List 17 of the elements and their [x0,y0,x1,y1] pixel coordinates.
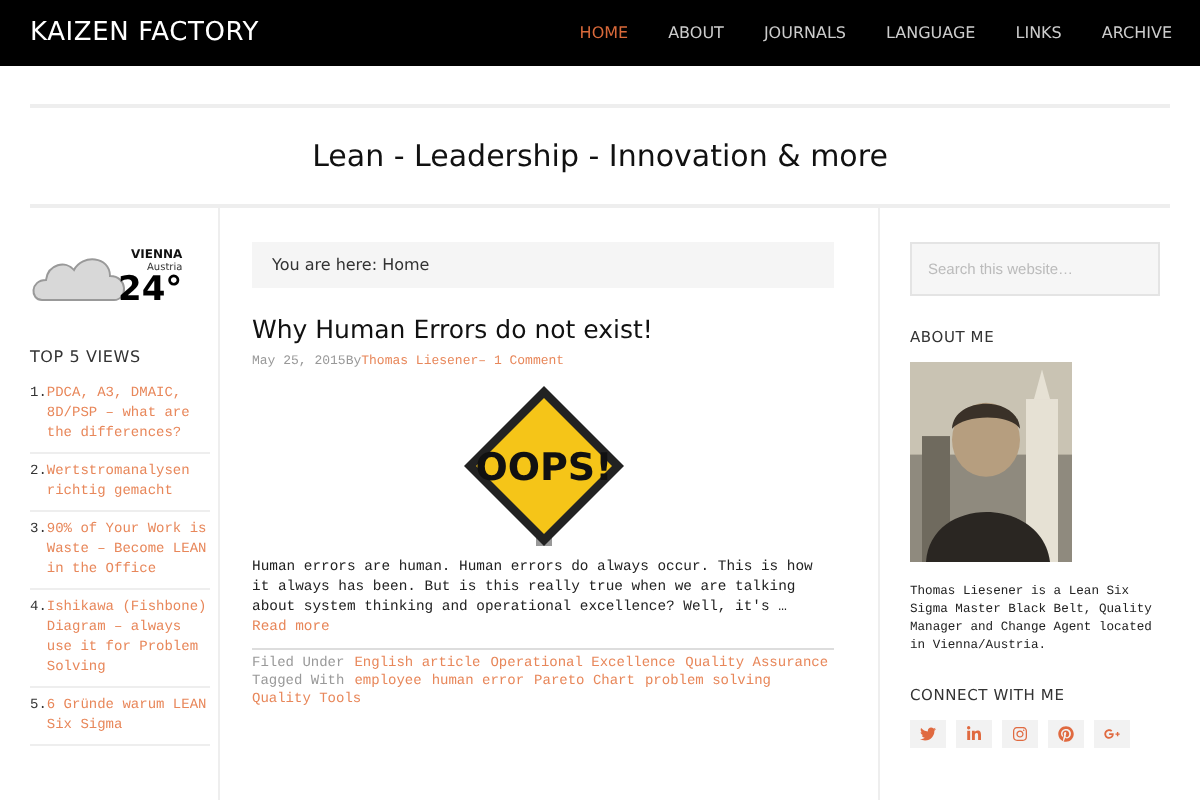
nav-link[interactable]: JOURNALS [763,24,846,42]
pinterest-icon[interactable] [1048,720,1084,748]
nav-link[interactable]: HOME [579,24,629,42]
site-logo[interactable]: KAIZEN FACTORY [30,18,260,48]
post-title[interactable]: Why Human Errors do not exist! [252,314,834,344]
nav-link[interactable]: LANGUAGE [886,24,976,42]
weather-temperature: 24° [118,274,183,308]
nav-link[interactable]: LINKS [1015,24,1062,42]
linkedin-icon[interactable] [956,720,992,748]
nav-link[interactable]: ARCHIVE [1101,24,1172,42]
widget-title: TOP 5 VIEWS [30,348,143,366]
instagram-icon[interactable] [1002,720,1038,748]
site-tagline: Lean - Leadership - Innovation & more [312,138,888,174]
nav-link[interactable]: ABOUT [668,24,724,42]
twitter-icon[interactable] [910,720,946,748]
breadcrumb: You are here: Home [252,242,834,288]
googleplus-icon[interactable] [1094,720,1130,748]
